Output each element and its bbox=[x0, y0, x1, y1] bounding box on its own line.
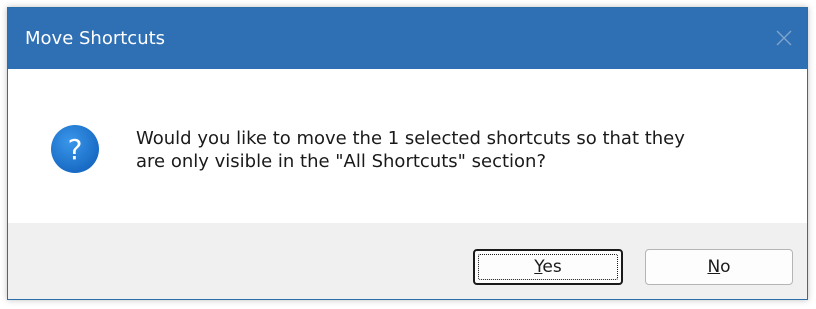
button-bar: Yes No bbox=[8, 223, 807, 299]
move-shortcuts-dialog: Move Shortcuts ? Would you like to move … bbox=[7, 7, 808, 300]
svg-text:?: ? bbox=[68, 133, 83, 166]
message-line-2: are only visible in the "All Shortcuts" … bbox=[136, 151, 547, 172]
message-line-1: Would you like to move the 1 selected sh… bbox=[136, 128, 685, 149]
close-button[interactable] bbox=[761, 8, 807, 69]
title-bar[interactable]: Move Shortcuts bbox=[8, 8, 807, 69]
dialog-message: Would you like to move the 1 selected sh… bbox=[136, 127, 796, 173]
focus-ring bbox=[478, 254, 618, 280]
no-button[interactable]: No bbox=[645, 249, 793, 285]
no-mnemonic: N bbox=[707, 257, 721, 277]
window-title: Move Shortcuts bbox=[25, 28, 166, 49]
yes-button[interactable]: Yes bbox=[473, 249, 623, 285]
no-label-rest: o bbox=[720, 257, 731, 277]
close-icon bbox=[776, 30, 792, 46]
dialog-body: ? Would you like to move the 1 selected … bbox=[8, 69, 807, 223]
question-icon: ? bbox=[51, 125, 99, 173]
